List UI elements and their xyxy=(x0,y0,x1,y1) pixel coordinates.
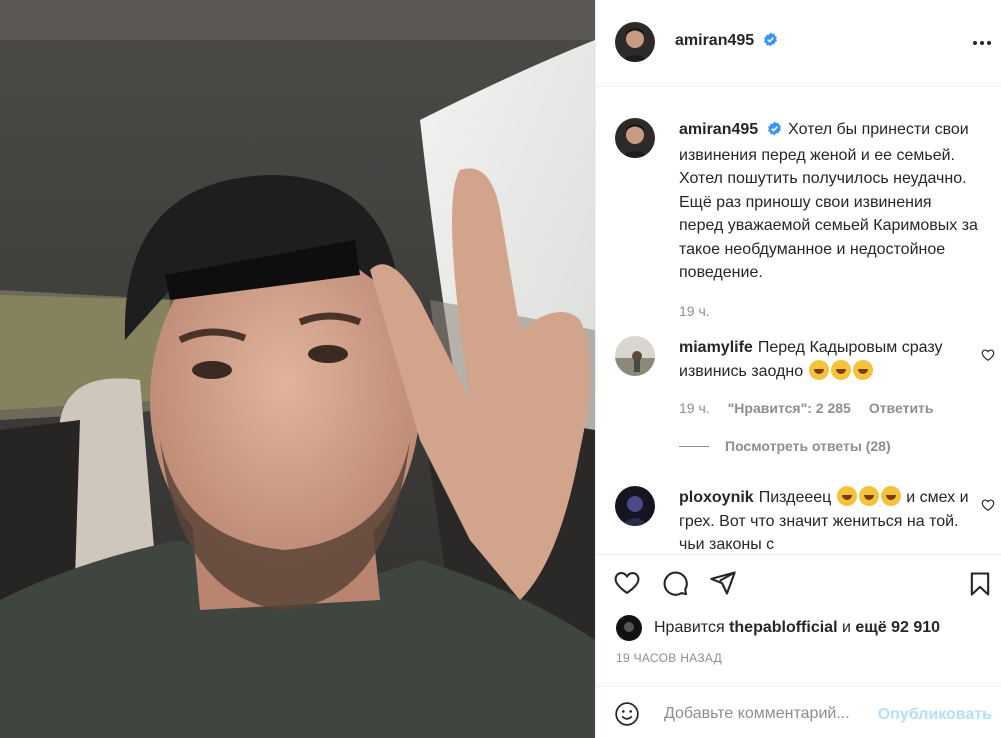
comment-avatar[interactable] xyxy=(615,336,655,376)
add-comment-bar: Опубликовать xyxy=(596,686,1001,738)
comment-username[interactable]: miamylife xyxy=(679,339,753,356)
comment-username[interactable]: ploxoynik xyxy=(679,489,754,506)
save-bookmark-icon[interactable] xyxy=(966,569,994,604)
more-options-icon[interactable] xyxy=(972,36,992,50)
post-photo[interactable] xyxy=(0,0,595,738)
likes-prefix: Нравится xyxy=(654,619,725,636)
publish-comment-button[interactable]: Опубликовать xyxy=(878,706,992,724)
tears-of-joy-emoji-icon xyxy=(852,359,873,380)
tears-of-joy-emoji-icon xyxy=(808,359,829,380)
comments-list: amiran495 Хотел бы принести свои извинени… xyxy=(596,88,1001,554)
instagram-post-view: amiran495 amiran495 Хотел бы принести сво… xyxy=(0,0,1001,738)
liker-avatar[interactable] xyxy=(616,615,642,641)
caption-time[interactable]: 19 ч. xyxy=(679,300,710,324)
post-side-panel: amiran495 amiran495 Хотел бы принести сво… xyxy=(595,0,1001,738)
comment-time[interactable]: 19 ч. xyxy=(679,397,710,421)
tears-of-joy-emoji-icon xyxy=(858,486,879,506)
caption-text: Хотел бы принести свои извинения перед ж… xyxy=(679,121,978,281)
verified-badge-icon xyxy=(763,32,778,52)
share-paper-plane-icon[interactable] xyxy=(708,569,738,602)
post-header: amiran495 xyxy=(596,0,1001,87)
tears-of-joy-emoji-icon xyxy=(830,359,851,380)
comment-input[interactable] xyxy=(664,699,864,729)
caption-username[interactable]: amiran495 xyxy=(679,121,758,138)
selfie-illustration xyxy=(0,0,595,738)
like-comment-heart-icon[interactable] xyxy=(981,498,995,517)
likes-count[interactable]: ещё 92 910 xyxy=(855,619,940,637)
reply-button[interactable]: Ответить xyxy=(869,397,934,421)
comment-text-start: Пиздееец xyxy=(758,489,832,506)
like-comment-heart-icon[interactable] xyxy=(981,348,995,367)
verified-badge-icon xyxy=(767,120,782,144)
post-timestamp[interactable]: 19 ЧАСОВ НАЗАД xyxy=(616,651,722,665)
author-avatar[interactable] xyxy=(615,22,655,62)
likes-and: и xyxy=(841,619,851,636)
tears-of-joy-emoji-icon xyxy=(836,486,857,506)
comment-likes-count[interactable]: "Нравится": 2 285 xyxy=(728,397,851,421)
replies-divider xyxy=(679,445,709,447)
author-name-row: amiran495 xyxy=(675,32,778,52)
view-replies-label: Посмотреть ответы (28) xyxy=(725,438,891,454)
view-replies-button[interactable]: Посмотреть ответы (28) xyxy=(679,438,891,454)
tears-of-joy-emoji-icon xyxy=(880,486,901,506)
author-username[interactable]: amiran495 xyxy=(675,32,754,49)
comment-avatar[interactable] xyxy=(615,486,655,526)
emoji-picker-icon[interactable] xyxy=(614,701,640,732)
post-actions: Нравится thepablofficial и ещё 92 910 19… xyxy=(596,554,1001,680)
like-heart-icon[interactable] xyxy=(612,569,642,602)
caption-avatar[interactable] xyxy=(615,118,655,158)
likes-summary: Нравится thepablofficial и ещё 92 910 xyxy=(616,615,940,641)
comment-bubble-icon[interactable] xyxy=(660,569,690,602)
liker-username[interactable]: thepablofficial xyxy=(729,619,837,637)
